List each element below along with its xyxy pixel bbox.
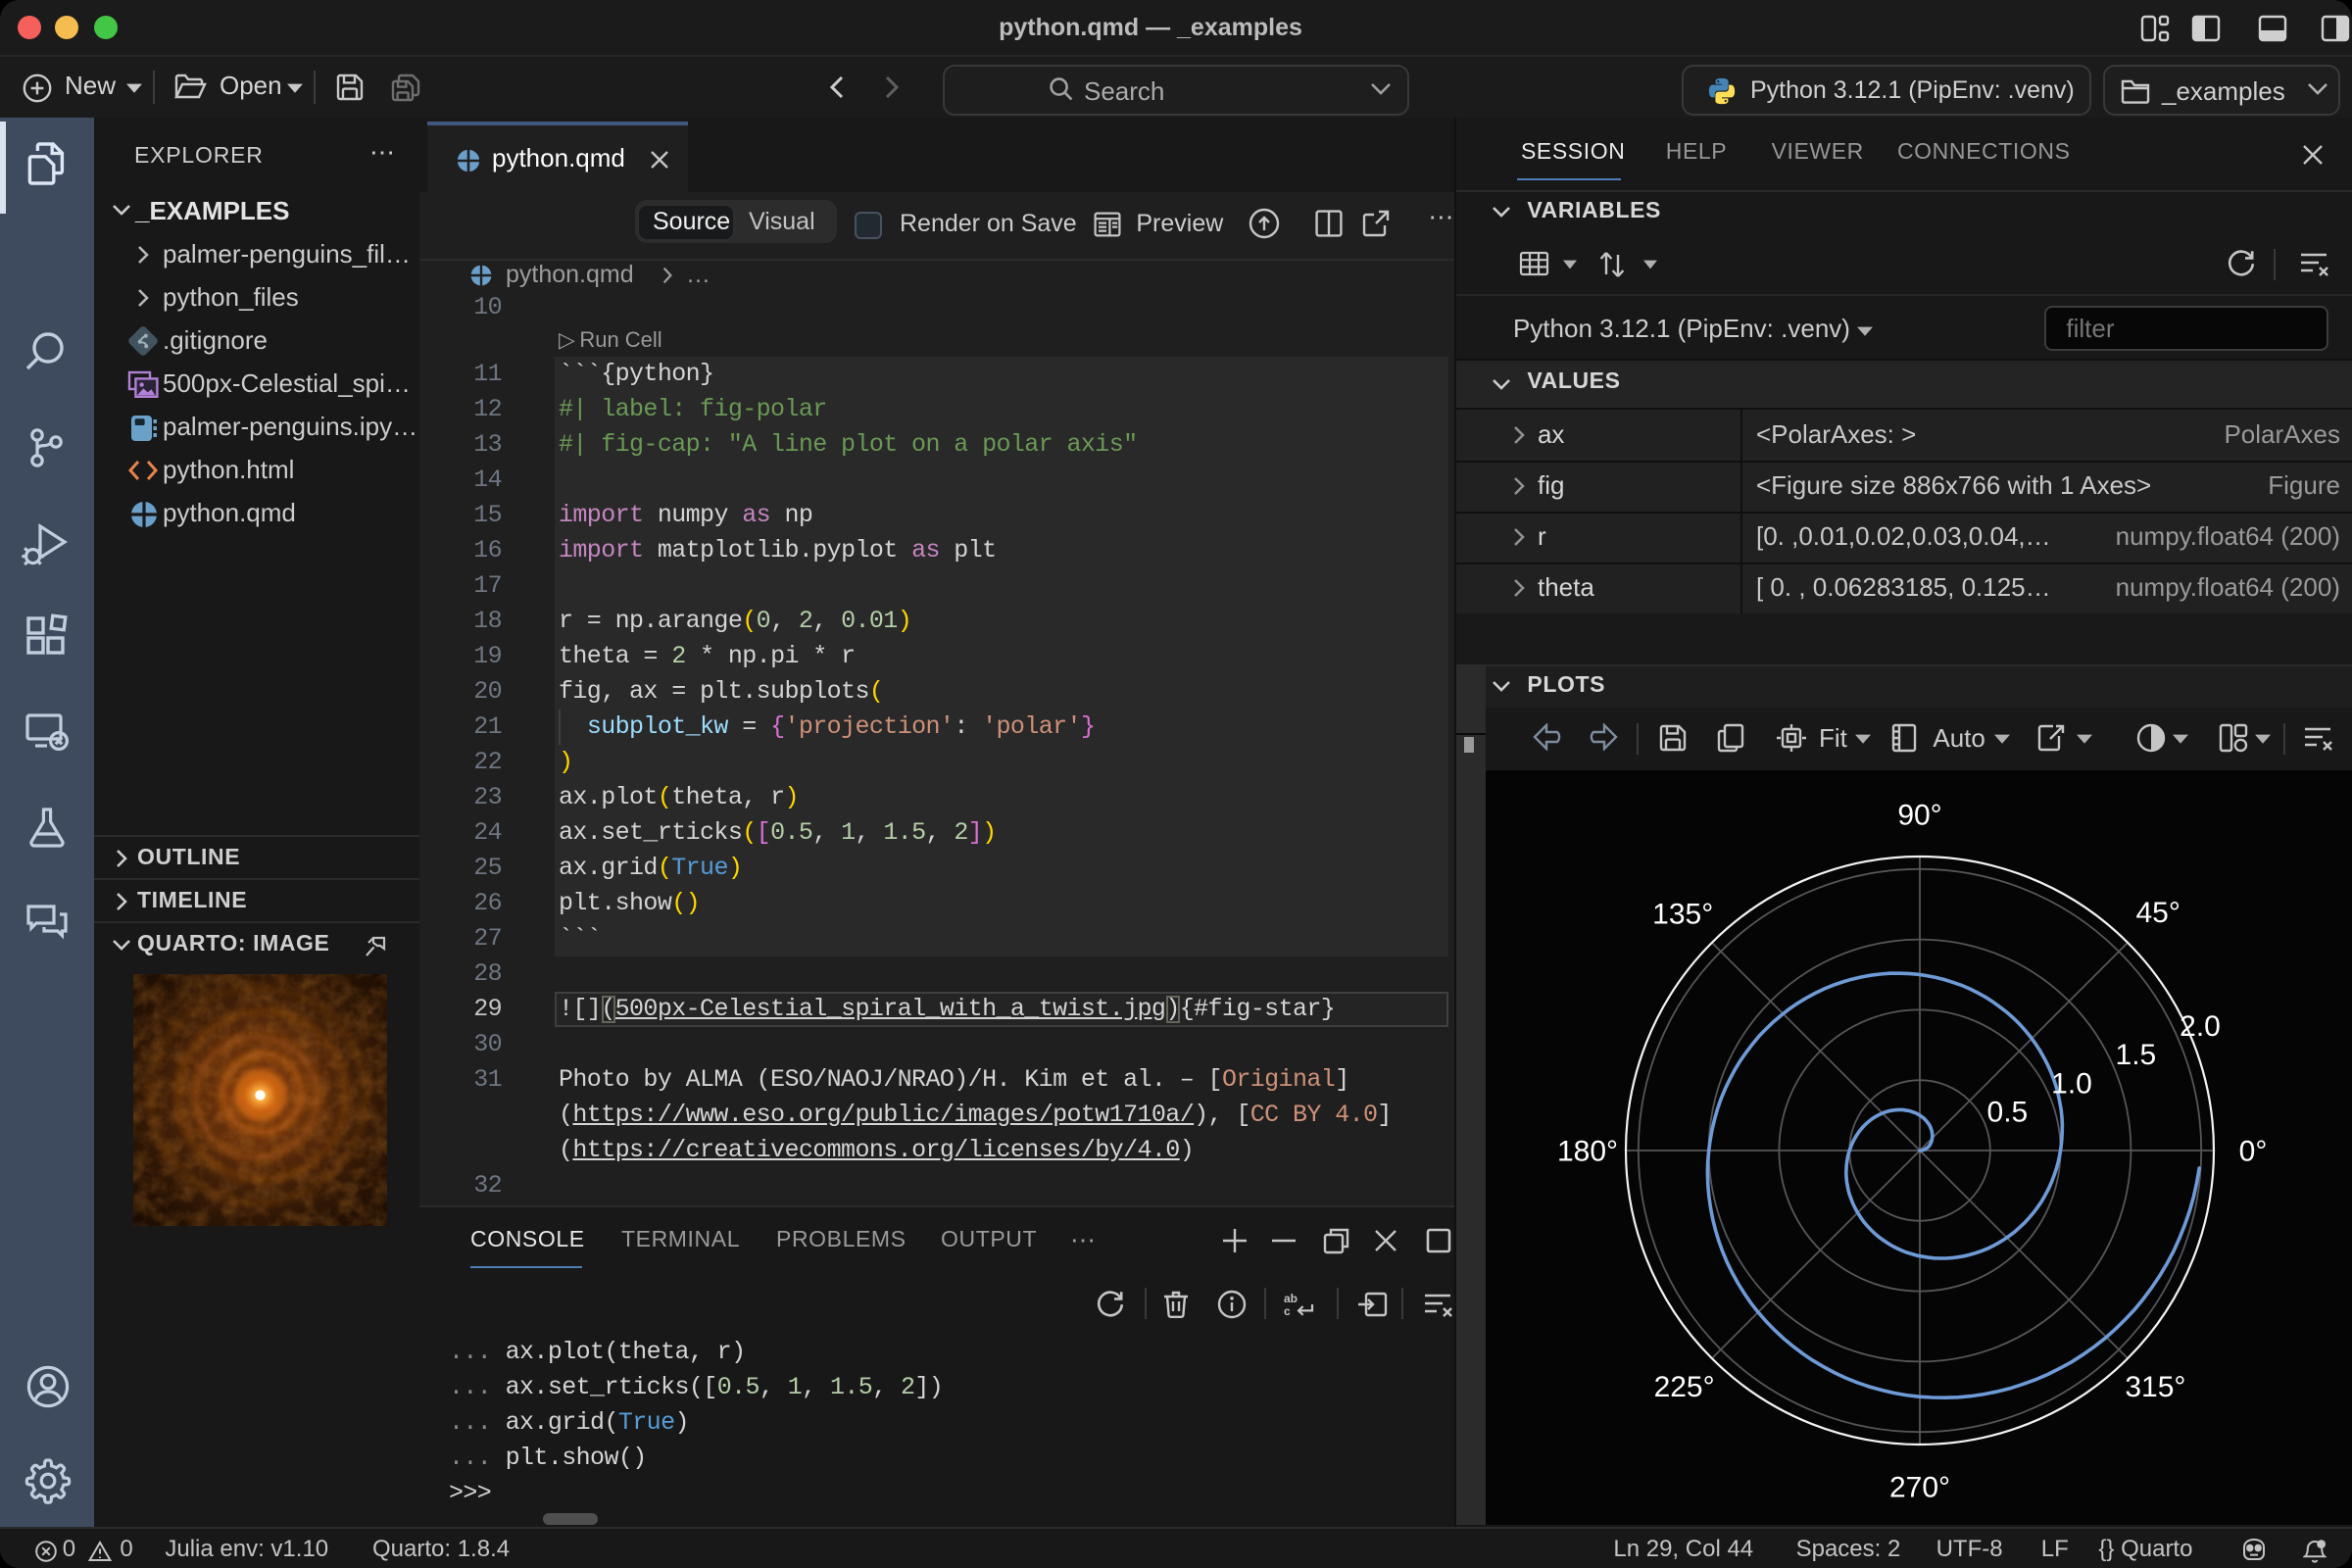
svg-text:270°: 270° xyxy=(1889,1470,1950,1502)
svg-text:c: c xyxy=(1284,1303,1291,1317)
svg-text:0.5: 0.5 xyxy=(1987,1096,2029,1128)
svg-text:90°: 90° xyxy=(1897,798,1941,830)
svg-text:ab: ab xyxy=(1284,1291,1298,1304)
svg-text:225°: 225° xyxy=(1654,1370,1715,1402)
svg-text:135°: 135° xyxy=(1652,898,1713,930)
svg-text:1.5: 1.5 xyxy=(2116,1038,2157,1070)
svg-text:45°: 45° xyxy=(2135,896,2180,928)
svg-text:2.0: 2.0 xyxy=(2180,1009,2221,1042)
svg-text:315°: 315° xyxy=(2125,1370,2185,1402)
svg-text:180°: 180° xyxy=(1557,1134,1618,1166)
svg-text:0°: 0° xyxy=(2239,1134,2268,1166)
svg-text:1.0: 1.0 xyxy=(2051,1066,2092,1099)
